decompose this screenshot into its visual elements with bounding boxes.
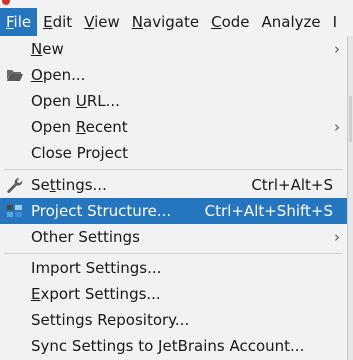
menu-item-settings-repository[interactable]: Settings Repository... (0, 307, 347, 333)
menu-item-sync-settings[interactable]: Sync Settings to JetBrains Account... (0, 333, 347, 359)
shortcut-label: Ctrl+Alt+Shift+S (204, 202, 333, 220)
menu-navigate[interactable]: Navigate (126, 8, 205, 36)
chevron-right-icon: › (334, 40, 340, 58)
folder-open-icon (6, 67, 24, 83)
menu-item-label: Open URL... (31, 92, 120, 110)
menu-bar: File Edit View Navigate Code Analyze I (0, 8, 353, 36)
chevron-right-icon: › (334, 118, 340, 136)
menu-file[interactable]: File (0, 8, 38, 36)
menu-item-label: Other Settings (31, 228, 140, 246)
menu-code[interactable]: Code (205, 8, 255, 36)
shortcut-label: Ctrl+Alt+S (251, 176, 333, 194)
menu-item-export-settings[interactable]: Export Settings... (0, 281, 347, 307)
menu-item-label: New (31, 40, 64, 58)
editor-edge (348, 36, 353, 360)
project-structure-icon (6, 203, 24, 219)
wrench-icon (6, 177, 24, 193)
menu-item-project-structure[interactable]: Project Structure... Ctrl+Alt+Shift+S (0, 198, 347, 224)
menu-item-open[interactable]: Open... (0, 62, 347, 88)
file-menu-dropdown: New › Open... Open URL... Open Recent › … (0, 36, 348, 360)
menu-item-new[interactable]: New › (0, 36, 347, 62)
menu-item-label: Settings Repository... (31, 311, 190, 329)
menu-item-label: Project Structure... (31, 202, 172, 220)
menu-item-label: Close Project (31, 144, 128, 162)
menu-view[interactable]: View (78, 8, 126, 36)
menu-separator (4, 253, 343, 254)
menu-item-label: Sync Settings to JetBrains Account... (31, 337, 305, 355)
window-title-strip (0, 0, 353, 8)
menu-item-other-settings[interactable]: Other Settings › (0, 224, 347, 250)
menu-item-close-project[interactable]: Close Project (0, 140, 347, 166)
menu-item-import-settings[interactable]: Import Settings... (0, 255, 347, 281)
menu-item-label: Open Recent (31, 118, 128, 136)
menu-next-partial[interactable]: I (327, 8, 343, 36)
menu-analyze[interactable]: Analyze (256, 8, 327, 36)
chevron-right-icon: › (334, 228, 340, 246)
menu-separator (4, 169, 343, 170)
app-logo-icon (2, 0, 10, 5)
menu-edit[interactable]: Edit (37, 8, 78, 36)
menu-item-label: Import Settings... (31, 259, 162, 277)
menu-item-settings[interactable]: Settings... Ctrl+Alt+S (0, 172, 347, 198)
menu-item-open-recent[interactable]: Open Recent › (0, 114, 347, 140)
menu-item-label: Open... (31, 66, 86, 84)
menu-item-label: Settings... (31, 176, 107, 194)
menu-item-open-url[interactable]: Open URL... (0, 88, 347, 114)
menu-item-label: Export Settings... (31, 285, 161, 303)
